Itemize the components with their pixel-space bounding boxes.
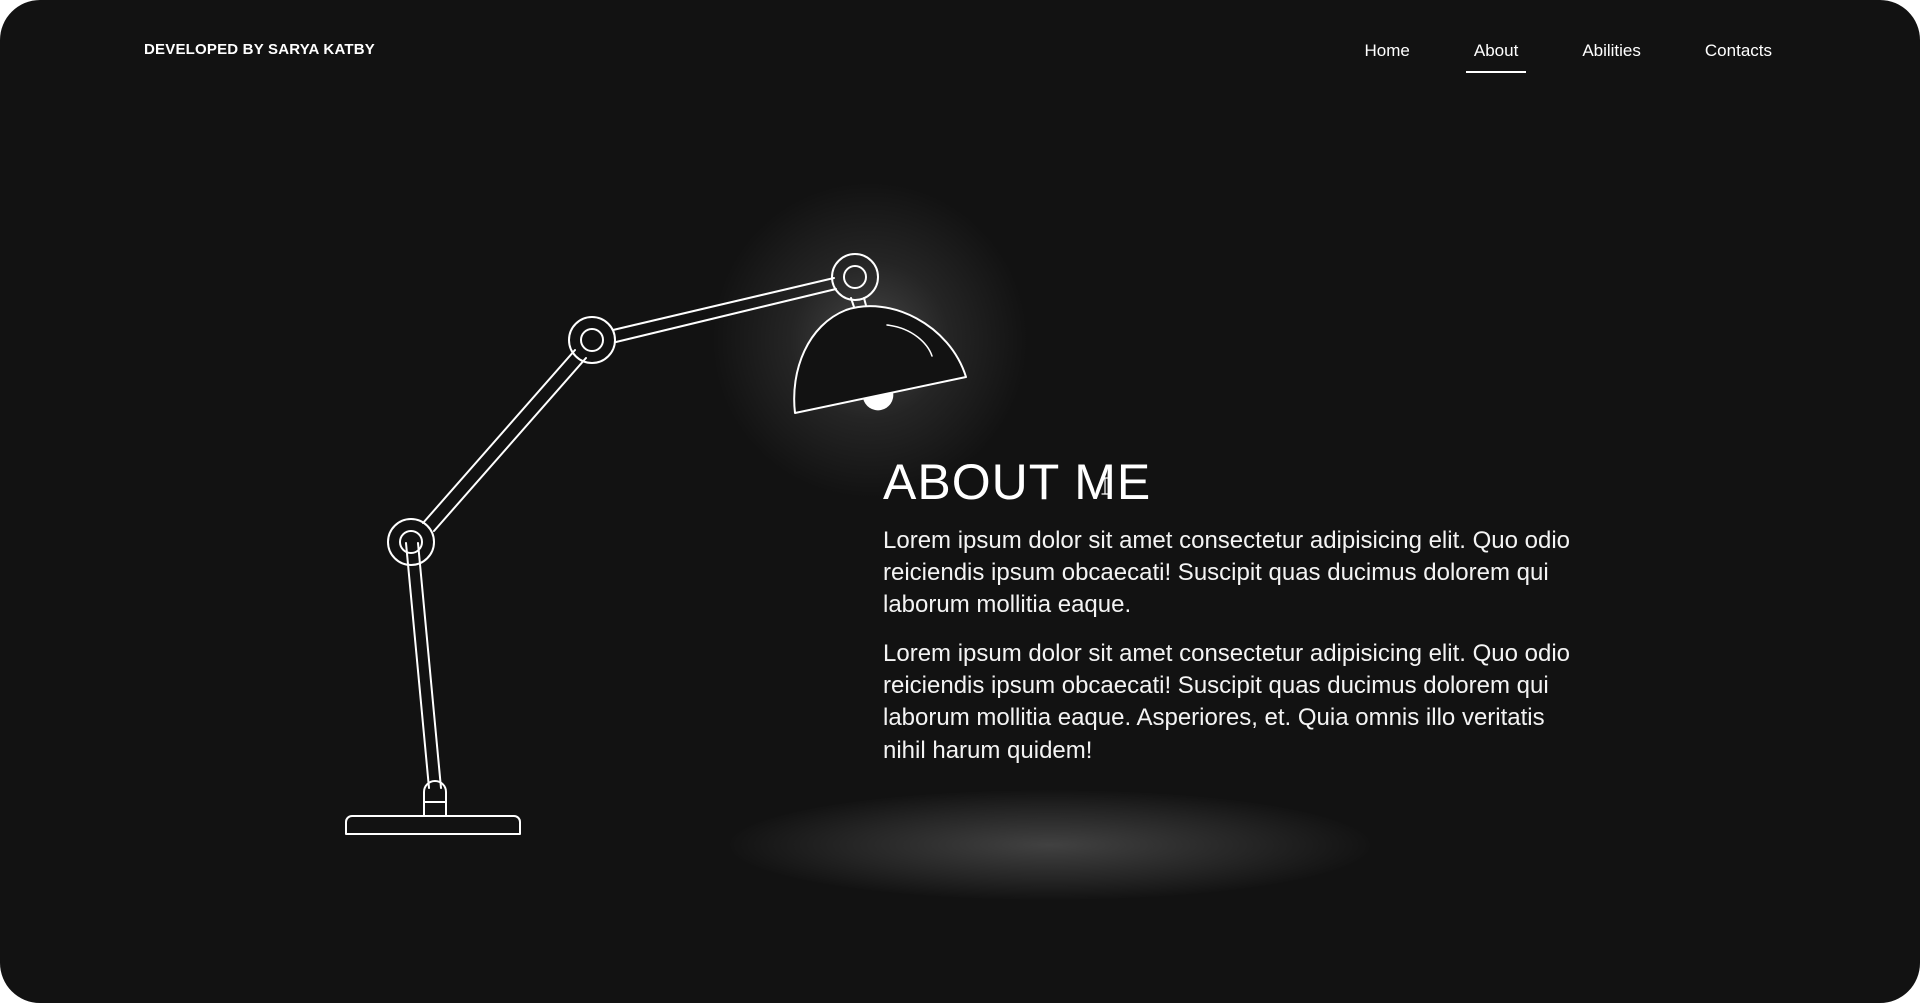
page-frame: DEVELOPED BY SARYA KATBY Home About Abil…: [0, 0, 1920, 1003]
main-nav: Home About Abilities Contacts: [1357, 38, 1780, 73]
text-cursor-icon: [1101, 477, 1109, 495]
nav-abilities[interactable]: Abilities: [1574, 38, 1649, 73]
about-paragraph-2: Lorem ipsum dolor sit amet consectetur a…: [883, 639, 1570, 764]
nav-home[interactable]: Home: [1357, 38, 1418, 73]
brand-text: DEVELOPED BY SARYA KATBY: [144, 41, 375, 58]
about-section: ABOUT ME Lorem ipsum dolor sit amet cons…: [883, 456, 1583, 783]
about-paragraph-1: Lorem ipsum dolor sit amet consectetur a…: [883, 526, 1570, 619]
nav-about[interactable]: About: [1465, 38, 1527, 73]
nav-contacts[interactable]: Contacts: [1697, 38, 1780, 73]
about-title: ABOUT ME: [883, 454, 1152, 510]
